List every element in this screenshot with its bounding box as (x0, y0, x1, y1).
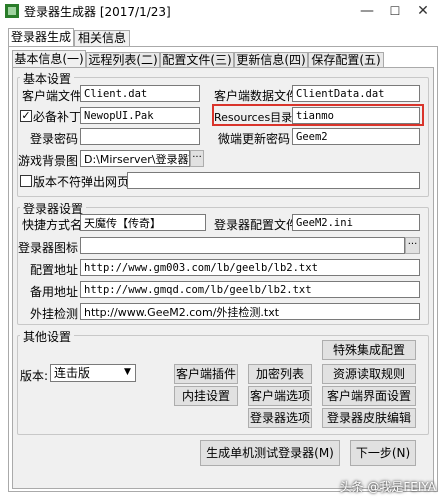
background-image-label: 游戏背景图 (18, 154, 79, 168)
tab-save-config[interactable]: 保存配置(五) (308, 52, 384, 68)
client-plugin-button[interactable]: 客户端插件 (174, 364, 238, 384)
resource-rule-button[interactable]: 资源读取规则 (322, 364, 416, 384)
browse-icon-button[interactable]: ··· (405, 237, 420, 254)
tab-config-files[interactable]: 配置文件(三) (160, 52, 234, 68)
config-address-input[interactable]: http://www.gm003.com/lb/geelb/lb2.txt (80, 259, 420, 276)
resources-input[interactable]: tianmo (292, 107, 420, 124)
client-file-label: 客户端文件 (22, 89, 83, 103)
patch-label: 必备补丁 (33, 110, 82, 124)
config-address-label: 配置地址 (29, 263, 78, 277)
chevron-down-icon: ▼ (124, 367, 131, 377)
next-step-button[interactable]: 下一步(N) (350, 440, 416, 466)
version-label: 版本: (20, 369, 49, 383)
plugin-check-label: 外挂检测 (29, 307, 78, 321)
title-bar: 登录器生成器 [2017/1/23] — ☐ ✕ (0, 0, 442, 22)
maximize-icon[interactable]: ☐ (384, 2, 406, 20)
tab-related-info[interactable]: 相关信息 (74, 30, 130, 46)
app-icon (5, 4, 19, 18)
encrypt-list-button[interactable]: 加密列表 (248, 364, 312, 384)
window-title: 登录器生成器 [2017/1/23] (24, 5, 171, 19)
version-popup-checkbox[interactable] (20, 175, 32, 187)
client-options-button[interactable]: 客户端选项 (248, 386, 312, 406)
other-settings-label: 其他设置 (20, 328, 75, 345)
tab-update-info[interactable]: 更新信息(四) (234, 52, 308, 68)
version-popup-label: 版本不符弹出网页 (33, 175, 130, 189)
login-options-button[interactable]: 登录器选项 (248, 408, 312, 428)
client-data-label: 客户端数据文件 (214, 89, 299, 103)
login-skin-button[interactable]: 登录器皮肤编辑 (322, 408, 416, 428)
special-integration-button[interactable]: 特殊集成配置 (322, 340, 416, 360)
login-config-file-label: 登录器配置文件 (214, 218, 299, 232)
generate-test-login-button[interactable]: 生成单机测试登录器(M) (200, 440, 340, 466)
minimize-icon[interactable]: — (356, 2, 378, 20)
watermark: 头条 @我是FEIYA (339, 480, 436, 494)
backup-address-label: 备用地址 (29, 285, 78, 299)
shortcut-name-label: 快捷方式名 (22, 218, 83, 232)
login-password-input[interactable] (80, 128, 200, 145)
login-config-file-input[interactable]: GeeM2.ini (292, 214, 420, 231)
micro-update-password-label: 微端更新密码 (217, 132, 290, 146)
version-selected-value: 连击版 (54, 366, 91, 380)
tab-remote-list[interactable]: 远程列表(二) (86, 52, 160, 68)
client-ui-button[interactable]: 客户端界面设置 (322, 386, 416, 406)
builtin-plugin-button[interactable]: 内挂设置 (174, 386, 238, 406)
plugin-check-input[interactable]: http://www.GeeM2.com/外挂检测.txt (80, 303, 420, 320)
shortcut-name-input[interactable]: 天魔传【传奇】 (80, 214, 206, 231)
client-data-input[interactable]: ClientData.dat (292, 85, 420, 102)
patch-input[interactable]: NewopUI.Pak (80, 107, 200, 124)
login-password-label: 登录密码 (29, 132, 78, 146)
login-icon-input[interactable] (80, 237, 405, 254)
tab-basic-info[interactable]: 基本信息(一) (12, 50, 86, 68)
background-image-input[interactable]: D:\Mirserver\登录器\ (80, 150, 190, 167)
backup-address-input[interactable]: http://www.gmqd.com/lb/geelb/lb2.txt (80, 281, 420, 298)
client-file-input[interactable]: Client.dat (80, 85, 200, 102)
close-icon[interactable]: ✕ (412, 2, 434, 20)
patch-checkbox[interactable]: ✓ (20, 110, 32, 122)
basic-settings-label: 基本设置 (20, 70, 75, 87)
version-popup-url-input[interactable] (127, 172, 420, 189)
login-icon-label: 登录器图标 (18, 241, 79, 255)
login-settings-label: 登录器设置 (20, 200, 87, 217)
resources-label: Resources目录 (214, 111, 293, 124)
tab-login-generator[interactable]: 登录器生成 (8, 28, 74, 46)
browse-background-button[interactable]: ··· (190, 150, 204, 167)
micro-update-password-input[interactable]: Geem2 (292, 128, 420, 145)
